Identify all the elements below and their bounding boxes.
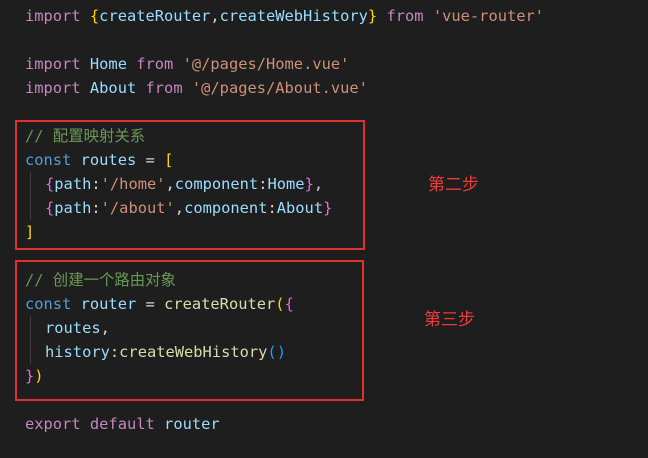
var-router: router — [164, 415, 220, 433]
brace-close: } — [367, 7, 378, 25]
code-line-6[interactable]: {path:'/home',component:Home}, — [45, 172, 323, 196]
keyword-const: const — [25, 151, 72, 169]
keyword-export: export — [25, 415, 81, 433]
keyword-from: from — [386, 7, 424, 25]
comment-router: // 创建一个路由对象 — [25, 271, 176, 289]
code-line-7[interactable]: {path:'/about',component:About} — [45, 196, 332, 220]
paren-open: ( — [267, 343, 277, 361]
comment-routes: // 配置映射关系 — [25, 127, 146, 145]
operator-equals: = — [145, 151, 155, 169]
component-about: About — [276, 199, 324, 217]
brace-close: } — [304, 175, 314, 193]
bracket-open: [ — [164, 151, 174, 169]
var-router: router — [80, 295, 137, 313]
import-name-home: Home — [89, 55, 127, 73]
code-line-9[interactable]: // 创建一个路由对象 — [25, 268, 176, 292]
code-line-5[interactable]: const routes = [ — [25, 148, 173, 172]
code-line-2[interactable]: import Home from '@/pages/Home.vue' — [25, 52, 349, 76]
component-home: Home — [267, 175, 305, 193]
comma: , — [210, 7, 220, 25]
keyword-from: from — [136, 55, 174, 73]
operator-equals: = — [145, 295, 155, 313]
import-name-about: About — [89, 79, 137, 97]
route-path-home: '/home' — [100, 175, 166, 193]
code-line-13[interactable]: }) — [25, 364, 44, 388]
fn-createRouter: createRouter — [164, 295, 276, 313]
brace-open: { — [89, 7, 100, 25]
comma: , — [313, 175, 324, 193]
code-line-11[interactable]: routes, — [45, 316, 110, 340]
brace-open: { — [45, 175, 55, 193]
code-line-3[interactable]: import About from '@/pages/About.vue' — [25, 76, 368, 100]
comma: , — [165, 175, 175, 193]
colon: : — [91, 175, 101, 193]
brace-close: } — [323, 199, 333, 217]
var-routes: routes — [80, 151, 137, 169]
code-line-12[interactable]: history:createWebHistory() — [45, 340, 286, 364]
fn-createWebHistory: createWebHistory — [119, 343, 268, 361]
colon: : — [91, 199, 101, 217]
import-name-createRouter: createRouter — [99, 7, 211, 25]
brace-close: } — [25, 367, 35, 385]
module-string: '@/pages/About.vue' — [191, 79, 368, 97]
brace-open: { — [45, 199, 55, 217]
code-line-4[interactable]: // 配置映射关系 — [25, 124, 145, 148]
paren-close: ) — [276, 343, 286, 361]
comma: , — [174, 199, 185, 217]
indent-guide — [30, 316, 31, 364]
key-history: history — [45, 343, 110, 361]
keyword-import: import — [25, 79, 81, 97]
keyword-from: from — [145, 79, 183, 97]
annotation-step2: 第二步 — [428, 175, 479, 195]
import-name-createWebHistory: createWebHistory — [219, 7, 368, 25]
indent-guide — [30, 172, 31, 220]
brace-open: { — [284, 295, 294, 313]
code-line-1[interactable]: import {createRouter,createWebHistory} f… — [25, 4, 544, 28]
keyword-default: default — [89, 415, 155, 433]
key-component: component — [184, 199, 268, 217]
colon: : — [267, 199, 277, 217]
route-path-about: '/about' — [100, 199, 175, 217]
bracket-close: ] — [25, 223, 35, 241]
keyword-import: import — [25, 7, 81, 25]
paren-close: ) — [34, 367, 44, 385]
key-path: path — [54, 175, 92, 193]
module-string: '@/pages/Home.vue' — [182, 55, 350, 73]
code-line-8[interactable]: ] — [25, 220, 34, 244]
module-string: 'vue-router' — [432, 7, 545, 25]
prop-routes: routes — [45, 319, 101, 337]
colon: : — [109, 343, 120, 361]
key-component: component — [174, 175, 259, 193]
key-path: path — [54, 199, 92, 217]
annotation-step3: 第三步 — [424, 310, 475, 330]
keyword-import: import — [25, 55, 81, 73]
code-line-10[interactable]: const router = createRouter({ — [25, 292, 294, 316]
code-line-14[interactable]: export default router — [25, 412, 220, 436]
keyword-const: const — [25, 295, 72, 313]
paren-open: ( — [275, 295, 285, 313]
comma: , — [100, 319, 110, 337]
